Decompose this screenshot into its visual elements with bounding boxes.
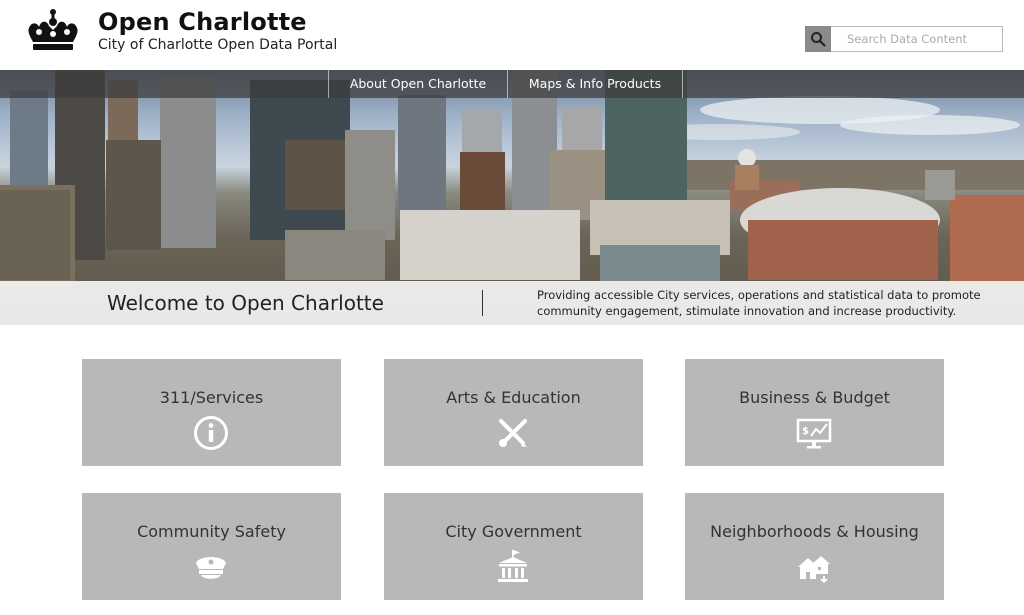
site-title[interactable]: Open Charlotte	[98, 8, 307, 36]
category-tiles: 311/Services Arts & Education Business &…	[0, 325, 1024, 615]
nav-item-about[interactable]: About Open Charlotte	[329, 70, 507, 98]
police-cap-icon	[196, 557, 226, 579]
houses-icon	[798, 556, 830, 584]
nav-item-maps[interactable]: Maps & Info Products	[508, 70, 682, 98]
tile-city-government[interactable]: City Government	[384, 493, 643, 600]
tile-community-safety[interactable]: Community Safety	[82, 493, 341, 600]
tile-label: 311/Services	[159, 388, 264, 407]
government-building-icon	[498, 550, 528, 582]
welcome-description: Providing accessible City services, oper…	[537, 288, 981, 318]
tile-label: City Government	[445, 522, 582, 541]
nav-divider	[682, 70, 683, 98]
hero-banner: About Open Charlotte Maps & Info Product…	[0, 70, 1024, 325]
tile-311-services[interactable]: 311/Services	[82, 359, 341, 466]
tile-label: Neighborhoods & Housing	[710, 522, 919, 541]
tile-label: Business & Budget	[739, 388, 890, 407]
info-icon	[194, 416, 228, 450]
main-nav: About Open Charlotte Maps & Info Product…	[0, 70, 1024, 98]
site-subtitle: City of Charlotte Open Data Portal	[98, 37, 338, 53]
tile-label: Community Safety	[137, 522, 286, 541]
svg-text:$: $	[802, 426, 809, 437]
welcome-band: Welcome to Open Charlotte Providing acce…	[0, 281, 1024, 325]
tile-arts-education[interactable]: Arts & Education	[384, 359, 643, 466]
tile-neighborhoods-housing[interactable]: Neighborhoods & Housing	[685, 493, 944, 600]
tile-label: Arts & Education	[446, 388, 581, 407]
tile-business-budget[interactable]: Business & Budget $	[685, 359, 944, 466]
welcome-heading: Welcome to Open Charlotte	[107, 291, 384, 315]
crown-icon[interactable]	[25, 8, 81, 54]
monitor-chart-icon: $	[796, 418, 832, 449]
pencil-brush-icon	[499, 419, 527, 447]
welcome-divider	[482, 290, 483, 316]
search-input[interactable]	[831, 26, 1003, 52]
search-button[interactable]	[805, 26, 831, 52]
site-header: Open Charlotte City of Charlotte Open Da…	[0, 0, 1024, 70]
search-icon	[811, 32, 826, 47]
